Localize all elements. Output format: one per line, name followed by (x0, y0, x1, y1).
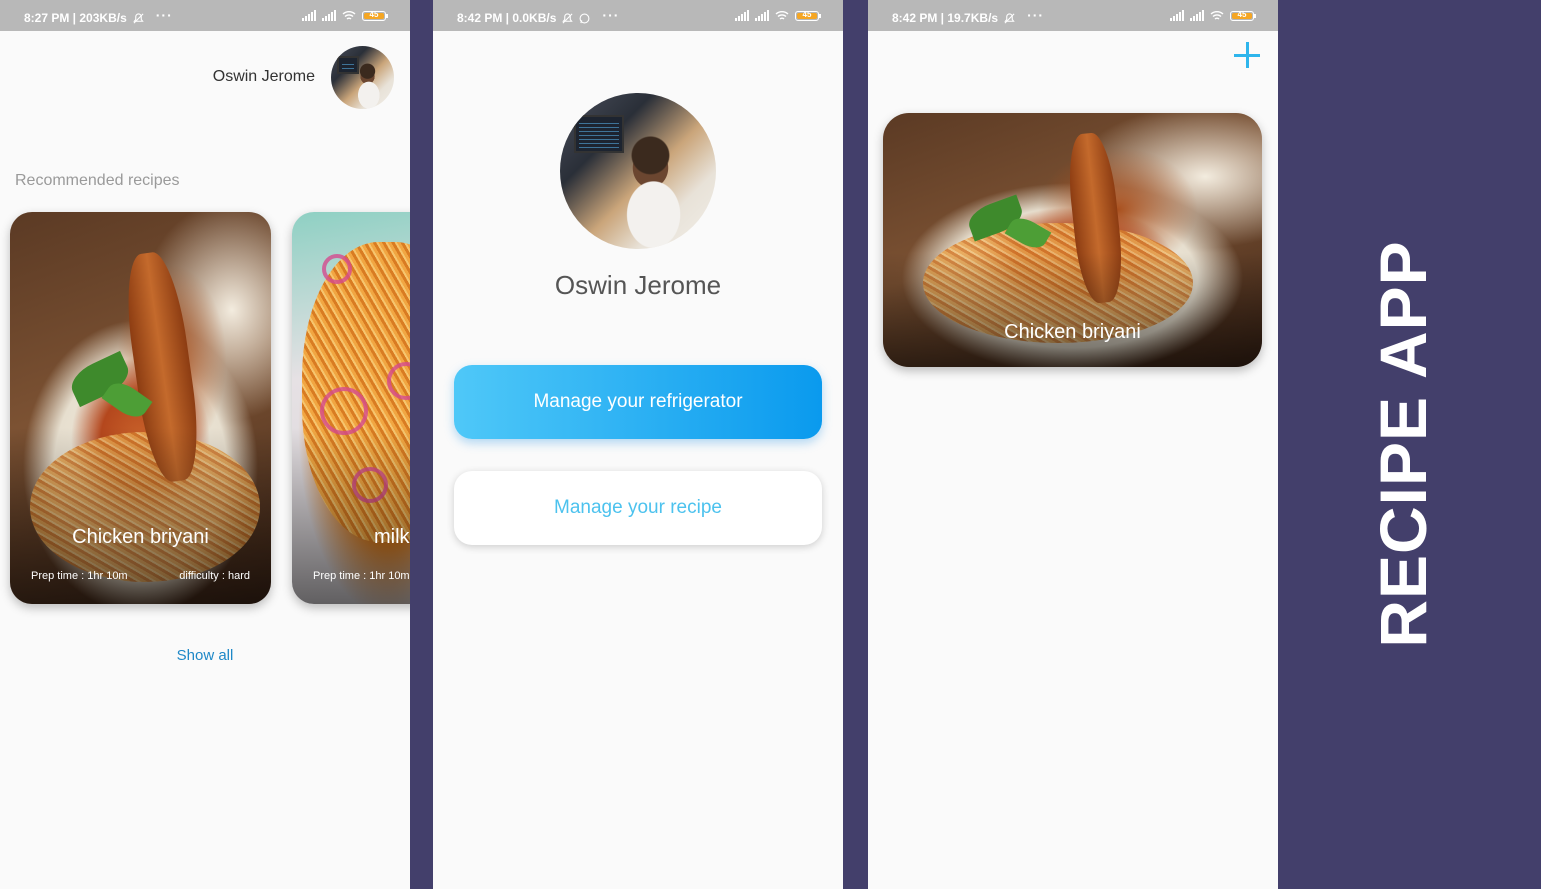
signal-icon (322, 10, 336, 21)
signal-icon (1190, 10, 1204, 21)
section-title: Recommended recipes (15, 172, 180, 189)
plus-icon[interactable] (1234, 42, 1260, 68)
avatar[interactable] (331, 46, 394, 109)
home-screen: 8:27 PM | 203KB/s ··· 45 Oswin Jerome Re… (0, 0, 410, 889)
status-time: 8:42 PM | 19.7KB/s (892, 11, 999, 25)
status-bar: 8:27 PM | 203KB/s ··· 45 (0, 0, 410, 31)
banner-title: RECIPE APP (1366, 240, 1440, 648)
recipe-name: milk (374, 526, 410, 548)
more-icon: ··· (155, 7, 173, 23)
profile-screen: 8:42 PM | 0.0KB/s ··· 45 Oswin Jerome Ma… (433, 0, 843, 889)
whatsapp-icon (579, 13, 590, 23)
user-name: Oswin Jerome (554, 270, 722, 300)
mute-icon (133, 12, 144, 23)
signal-icon (1170, 10, 1184, 21)
battery-icon: 45 (362, 10, 388, 21)
prep-time: Prep time : 1hr 10m (313, 570, 410, 582)
battery-icon: 45 (1230, 10, 1256, 21)
signal-icon (302, 10, 316, 21)
recipe-card[interactable]: milk Prep time : 1hr 10m (292, 212, 410, 604)
status-bar: 8:42 PM | 0.0KB/s ··· 45 (433, 0, 843, 31)
battery-icon: 45 (795, 10, 821, 21)
recipe-name: Chicken briyani (1004, 321, 1141, 343)
wifi-icon (775, 11, 789, 20)
manage-refrigerator-button[interactable]: Manage your refrigerator (454, 365, 822, 439)
prep-time: Prep time : 1hr 10m (31, 570, 128, 582)
wifi-icon (1210, 11, 1224, 20)
manage-recipe-button[interactable]: Manage your recipe (454, 471, 822, 545)
recipe-name: Chicken briyani (72, 526, 209, 548)
more-icon: ··· (1027, 7, 1045, 23)
status-bar: 8:42 PM | 19.7KB/s ··· 45 (868, 0, 1278, 31)
mute-icon (1004, 12, 1015, 23)
signal-icon (735, 10, 749, 21)
status-time: 8:42 PM | 0.0KB/s (457, 11, 557, 25)
recipe-card[interactable]: Chicken briyani (883, 113, 1262, 367)
show-all-link[interactable]: Show all (0, 647, 410, 664)
more-icon: ··· (602, 7, 620, 23)
signal-icon (755, 10, 769, 21)
recipe-card[interactable]: Chicken briyani Prep time : 1hr 10m diff… (10, 212, 271, 604)
wifi-icon (342, 11, 356, 20)
user-name: Oswin Jerome (212, 68, 315, 85)
my-recipes-screen: 8:42 PM | 19.7KB/s ··· 45 Chicken briyan… (868, 0, 1278, 889)
avatar[interactable] (560, 93, 716, 249)
status-time: 8:27 PM | 203KB/s (24, 11, 127, 25)
mute-icon (562, 12, 574, 23)
difficulty: difficulty : hard (179, 570, 250, 582)
